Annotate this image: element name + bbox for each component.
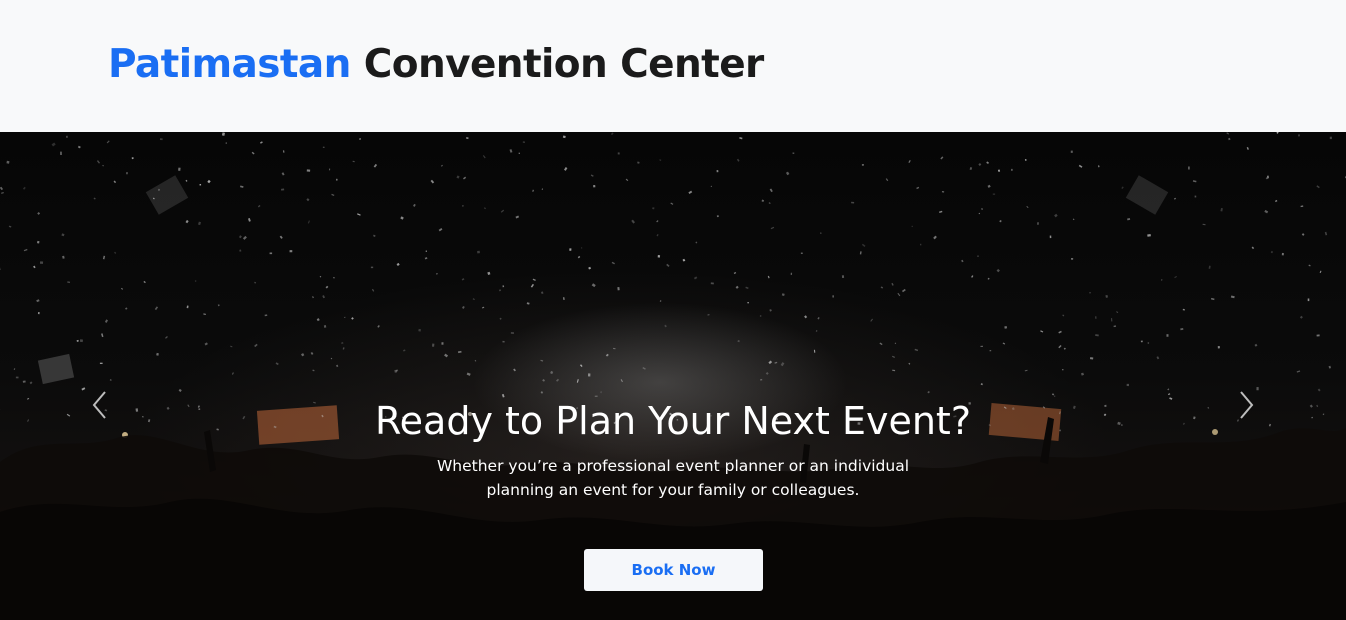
confetti-particles [0,132,1346,433]
book-now-button[interactable]: Book Now [584,549,763,591]
hero-background-image [0,132,1346,620]
brand-name-rest: Convention Center [363,42,765,87]
hero-carousel: Ready to Plan Your Next Event? Whether y… [0,132,1346,620]
brand-logo[interactable]: Patimastan Convention Center [108,40,764,90]
hero-title: Ready to Plan Your Next Event? [374,399,972,443]
site-header: Patimastan Convention Center [0,0,1346,132]
brand-name-accent: Patimastan [108,42,351,87]
hero-subtitle: Whether you’re a professional event plan… [436,457,910,499]
